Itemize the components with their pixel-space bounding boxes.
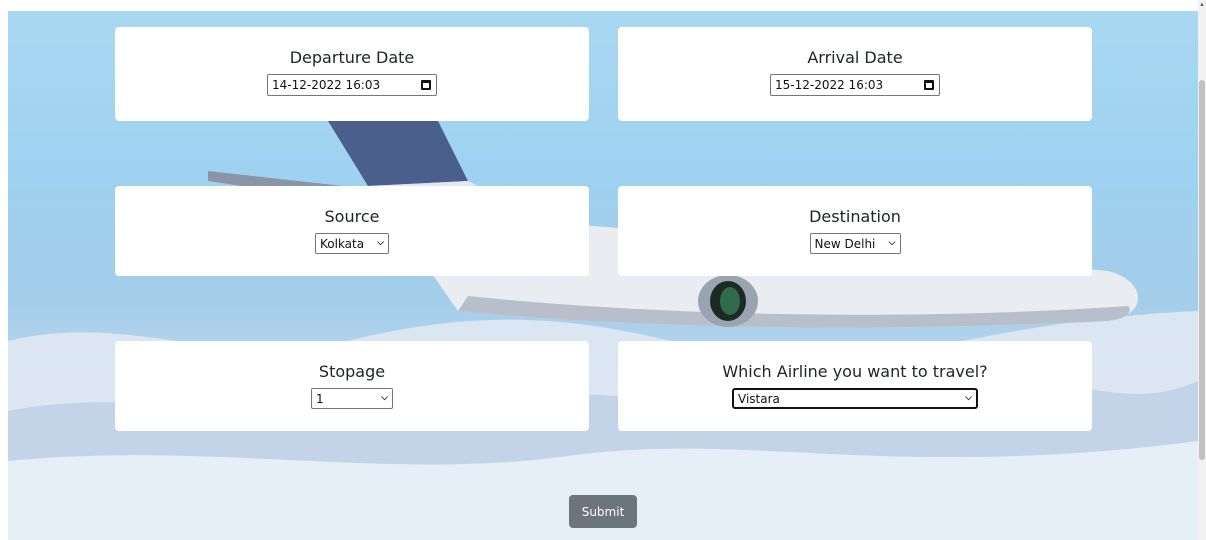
airline-label: Which Airline you want to travel? <box>722 362 988 381</box>
airline-card: Which Airline you want to travel? Vistar… <box>618 341 1092 431</box>
destination-select[interactable]: New Delhi ⌵ <box>809 233 901 254</box>
source-value: Kolkata <box>320 236 365 251</box>
scroll-up-icon[interactable]: ▲ <box>1199 2 1205 8</box>
destination-value: New Delhi <box>814 236 876 251</box>
destination-label: Destination <box>809 207 901 226</box>
airline-value: Vistara <box>738 391 780 406</box>
departure-date-input[interactable]: 14-12-2022 16:03 <box>267 74 437 96</box>
stopage-card: Stopage 1 ⌵ <box>115 341 589 431</box>
arrival-date-value: 15-12-2022 16:03 <box>775 78 884 92</box>
destination-card: Destination New Delhi ⌵ <box>618 186 1092 276</box>
arrival-date-label: Arrival Date <box>807 48 903 67</box>
calendar-icon[interactable] <box>421 80 431 90</box>
departure-date-label: Departure Date <box>289 48 415 67</box>
chevron-down-icon: ⌵ <box>381 393 388 403</box>
arrival-date-card: Arrival Date 15-12-2022 16:03 <box>618 27 1092 121</box>
vertical-scrollbar[interactable]: ▲ <box>1198 0 1206 540</box>
airline-select[interactable]: Vistara ⌵ <box>732 388 978 409</box>
source-card: Source Kolkata ⌵ <box>115 186 589 276</box>
scrollbar-thumb[interactable] <box>1199 80 1205 460</box>
source-label: Source <box>324 207 380 226</box>
submit-button[interactable]: Submit <box>569 495 637 528</box>
page: Departure Date 14-12-2022 16:03 Arrival … <box>0 0 1198 540</box>
chevron-down-icon: ⌵ <box>965 393 972 403</box>
chevron-down-icon: ⌵ <box>377 238 384 248</box>
source-select[interactable]: Kolkata ⌵ <box>315 233 389 254</box>
stopage-select[interactable]: 1 ⌵ <box>311 388 393 409</box>
departure-date-card: Departure Date 14-12-2022 16:03 <box>115 27 589 121</box>
arrival-date-input[interactable]: 15-12-2022 16:03 <box>770 74 940 96</box>
calendar-icon[interactable] <box>924 80 934 90</box>
departure-date-value: 14-12-2022 16:03 <box>272 78 381 92</box>
stopage-label: Stopage <box>318 362 386 381</box>
stopage-value: 1 <box>316 391 324 406</box>
chevron-down-icon: ⌵ <box>888 238 896 248</box>
